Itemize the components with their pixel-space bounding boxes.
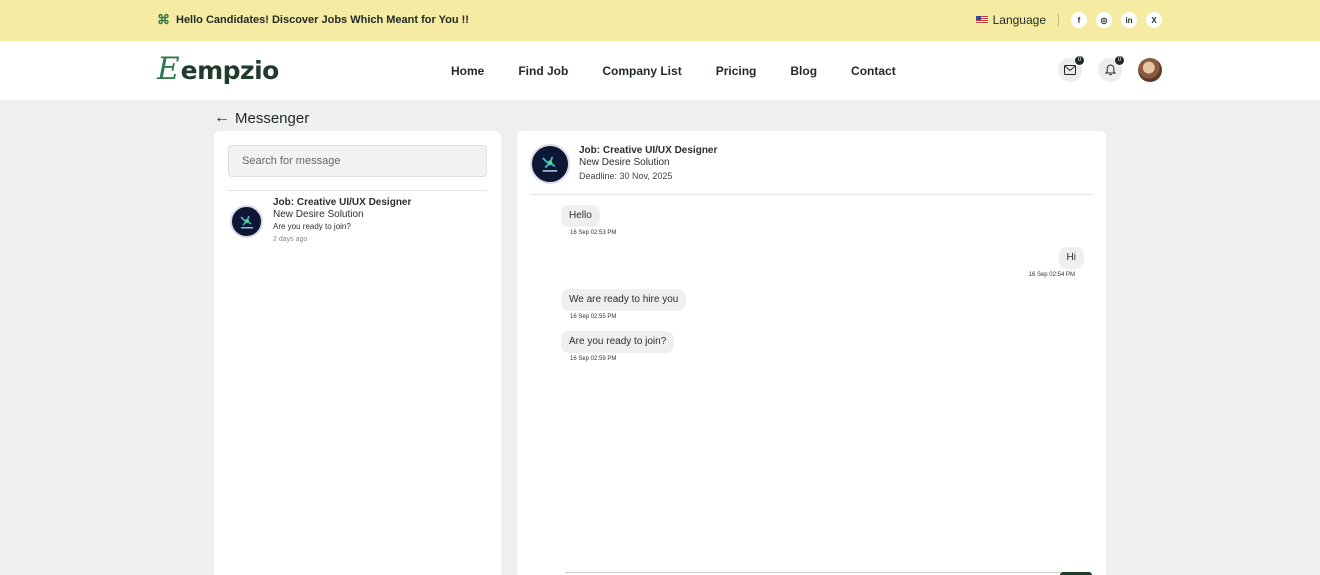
conversation-text: Job: Creative UI/UX Designer New Desire … [273,197,411,247]
logo-mark: E [157,51,180,87]
linkedin-icon[interactable]: in [1121,12,1137,28]
nav-company-list[interactable]: Company List [602,64,681,78]
user-avatar[interactable] [1138,58,1162,82]
conversation-job-title: Job: Creative UI/UX Designer [273,197,412,208]
nav-pricing[interactable]: Pricing [716,64,757,78]
language-selector[interactable]: Language [975,13,1046,27]
message-time: 16 Sep 02:55 PM [570,314,617,320]
conversation-item[interactable]: Job: Creative UI/UX Designer New Desire … [228,197,487,249]
announcement-bar: ⌘ Hello Candidates! Discover Jobs Which … [0,0,1320,41]
message-time: 16 Sep 02:59 PM [570,356,617,362]
nav-find-job[interactable]: Find Job [518,64,568,78]
bell-icon [1104,64,1116,76]
nav-blog[interactable]: Blog [790,64,817,78]
notification-badge: 0 [1115,56,1124,65]
divider [1058,14,1059,26]
conversation-time: 2 days ago [273,236,308,243]
message-bubble: Hello [561,205,600,227]
messages-button[interactable]: 0 [1058,56,1084,82]
message-time: 16 Sep 02:53 PM [570,230,617,236]
notifications-button[interactable]: 0 [1098,56,1124,82]
message-search-input[interactable] [228,145,487,177]
clover-icon: ⌘ [157,12,170,27]
chat-job-title: Job: Creative UI/UX Designer [579,145,718,156]
message-incoming: We are ready to hire you 16 Sep 02:55 PM [561,289,687,322]
announcement: ⌘ Hello Candidates! Discover Jobs Which … [157,13,469,26]
chat-company-logo [530,144,570,184]
company-emblem-icon [239,215,253,228]
mail-icon [1064,65,1076,75]
x-twitter-icon[interactable]: X [1146,12,1162,28]
social-links: f ◎ in X [1071,12,1162,28]
logo[interactable]: E empzio [157,54,279,86]
message-bubble: Hi [1058,247,1084,269]
message-bubble: Are you ready to join? [561,331,675,353]
nav-home[interactable]: Home [451,64,484,78]
chat-panel: Job: Creative UI/UX Designer New Desire … [517,131,1106,575]
chat-deadline: Deadline: 30 Nov, 2025 [579,171,673,181]
conversation-list-panel: Job: Creative UI/UX Designer New Desire … [214,131,501,575]
chat-header-text: Job: Creative UI/UX Designer New Desire … [579,145,879,184]
divider [228,190,487,191]
conversation-last-message: Are you ready to join? [273,222,351,231]
company-logo [230,205,263,238]
message-incoming: Hello 16 Sep 02:53 PM [561,205,616,238]
message-bubble: We are ready to hire you [561,289,687,311]
site-header: E empzio Home Find Job Company List Pric… [0,41,1320,100]
topbar-right: Language f ◎ in X [975,11,1162,29]
facebook-icon[interactable]: f [1071,12,1087,28]
message-input[interactable] [565,572,1060,573]
back-to-messenger[interactable]: ← Messenger [214,109,309,127]
header-actions: 0 0 [1058,56,1162,82]
main-nav: Home Find Job Company List Pricing Blog … [451,64,896,78]
message-outgoing: Hi 16 Sep 02:54 PM [1029,247,1084,280]
mail-badge: 0 [1075,56,1084,65]
conversation-company: New Desire Solution [273,209,364,220]
nav-contact[interactable]: Contact [851,64,896,78]
logo-wordmark: empzio [180,56,280,85]
company-emblem-icon [542,156,558,172]
page-title: Messenger [235,109,310,127]
us-flag-icon [975,16,988,24]
back-arrow-icon: ← [214,109,230,126]
chat-company: New Desire Solution [579,157,670,168]
language-label: Language [992,13,1046,27]
message-incoming: Are you ready to join? 16 Sep 02:59 PM [561,331,675,364]
instagram-icon[interactable]: ◎ [1096,12,1112,28]
divider [530,194,1093,195]
message-time: 16 Sep 02:54 PM [1028,272,1075,278]
announcement-text: Hello Candidates! Discover Jobs Which Me… [176,13,469,26]
